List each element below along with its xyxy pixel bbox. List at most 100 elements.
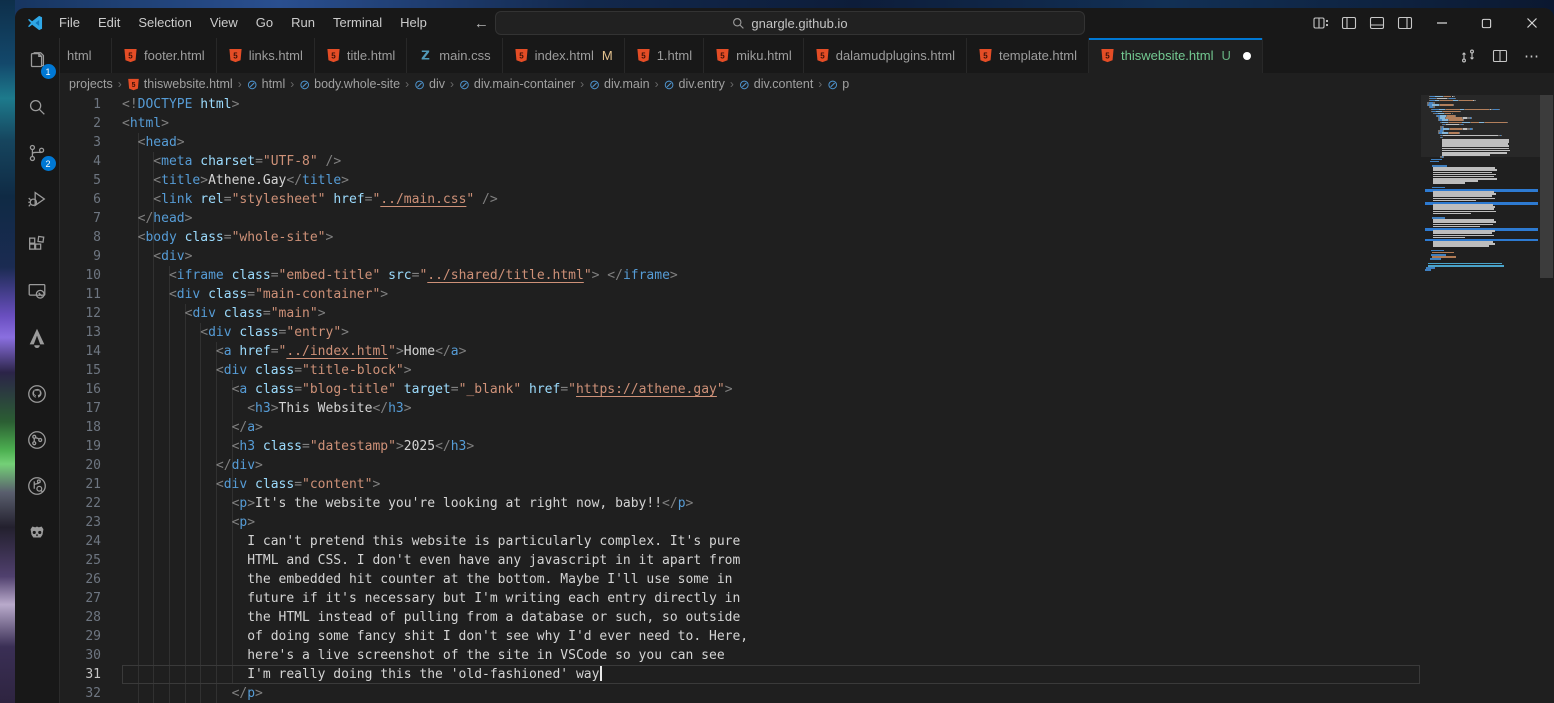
code-editor[interactable]: 1234567891011121314151617181920212223242… bbox=[60, 95, 1554, 703]
tab-miku.html[interactable]: 5miku.html bbox=[704, 38, 804, 73]
code-line[interactable]: <link rel="stylesheet" href="../main.css… bbox=[122, 190, 1425, 209]
breadcrumb-item-div.entry[interactable]: ⊘div.entry bbox=[664, 77, 725, 91]
close-window-button[interactable] bbox=[1509, 8, 1554, 38]
minimap[interactable] bbox=[1425, 95, 1538, 703]
tab-template.html[interactable]: 5template.html bbox=[967, 38, 1089, 73]
search-icon bbox=[732, 17, 745, 30]
breadcrumb-item-thiswebsite.html[interactable]: 5thiswebsite.html bbox=[127, 77, 233, 91]
activity-run-and-debug-icon[interactable] bbox=[15, 176, 60, 222]
code-line[interactable]: HTML and CSS. I don't even have any java… bbox=[122, 551, 1425, 570]
menu-view[interactable]: View bbox=[201, 8, 247, 38]
code-line[interactable]: <div> bbox=[122, 247, 1425, 266]
html5-file-icon: 5 bbox=[715, 48, 730, 63]
customize-layout-icon[interactable] bbox=[1307, 8, 1335, 38]
breadcrumb-item-p[interactable]: ⊘p bbox=[827, 77, 849, 91]
code-line[interactable]: <html> bbox=[122, 114, 1425, 133]
line-number: 25 bbox=[60, 551, 122, 570]
activity-github-icon[interactable] bbox=[15, 371, 60, 417]
code-line[interactable]: <p>It's the website you're looking at ri… bbox=[122, 494, 1425, 513]
activity-extensions-icon[interactable] bbox=[15, 222, 60, 268]
open-changes-icon[interactable] bbox=[1454, 41, 1482, 71]
line-number: 30 bbox=[60, 646, 122, 665]
tab-bar: html5footer.html5links.html5title.html𝗭m… bbox=[60, 38, 1554, 73]
menu-edit[interactable]: Edit bbox=[89, 8, 129, 38]
code-line[interactable]: <div class="entry"> bbox=[122, 323, 1425, 342]
tab-1.html[interactable]: 51.html bbox=[625, 38, 704, 73]
activity-source-control-icon[interactable]: 2 bbox=[15, 130, 60, 176]
activity-search-icon[interactable] bbox=[15, 84, 60, 130]
code-line[interactable]: <title>Athene.Gay</title> bbox=[122, 171, 1425, 190]
activity-a-logo-extension-icon[interactable] bbox=[15, 314, 60, 360]
code-line[interactable]: </div> bbox=[122, 456, 1425, 475]
split-editor-icon[interactable] bbox=[1486, 41, 1514, 71]
code-line[interactable]: <div class="content"> bbox=[122, 475, 1425, 494]
code-line[interactable]: the embedded hit counter at the bottom. … bbox=[122, 570, 1425, 589]
menu-go[interactable]: Go bbox=[247, 8, 282, 38]
code-line[interactable]: <iframe class="embed-title" src="../shar… bbox=[122, 266, 1425, 285]
code-line[interactable]: <div class="main-container"> bbox=[122, 285, 1425, 304]
toggle-primary-sidebar-icon[interactable] bbox=[1335, 8, 1363, 38]
menu-file[interactable]: File bbox=[50, 8, 89, 38]
breadcrumb-item-div.content[interactable]: ⊘div.content bbox=[739, 77, 813, 91]
symbol-icon: ⊘ bbox=[827, 78, 838, 91]
menu-help[interactable]: Help bbox=[391, 8, 436, 38]
breadcrumb-item-html[interactable]: ⊘html bbox=[247, 77, 286, 91]
command-center-search[interactable]: gnargle.github.io bbox=[495, 11, 1085, 35]
menu-selection[interactable]: Selection bbox=[129, 8, 200, 38]
toggle-panel-icon[interactable] bbox=[1363, 8, 1391, 38]
tab-html[interactable]: html bbox=[60, 38, 112, 73]
code-line[interactable]: <!DOCTYPE html> bbox=[122, 95, 1425, 114]
more-actions-icon[interactable]: ⋯ bbox=[1518, 41, 1546, 71]
code-line[interactable]: </head> bbox=[122, 209, 1425, 228]
code-line[interactable]: <a href="../index.html">Home</a> bbox=[122, 342, 1425, 361]
code-line[interactable]: future if it's necessary but I'm writing… bbox=[122, 589, 1425, 608]
code-line[interactable]: of doing some fancy shit I don't see why… bbox=[122, 627, 1425, 646]
tab-dalamudplugins.html[interactable]: 5dalamudplugins.html bbox=[804, 38, 967, 73]
code-line[interactable]: I can't pretend this website is particul… bbox=[122, 532, 1425, 551]
toggle-secondary-sidebar-icon[interactable] bbox=[1391, 8, 1419, 38]
code-line[interactable]: </a> bbox=[122, 418, 1425, 437]
code-line[interactable]: <meta charset="UTF-8" /> bbox=[122, 152, 1425, 171]
breadcrumb-item-div.main[interactable]: ⊘div.main bbox=[589, 77, 650, 91]
menu-terminal[interactable]: Terminal bbox=[324, 8, 391, 38]
tab-label: links.html bbox=[249, 48, 303, 63]
activity-branch-inspect-icon[interactable] bbox=[15, 463, 60, 509]
vertical-scrollbar[interactable] bbox=[1540, 95, 1553, 703]
code-line[interactable]: <head> bbox=[122, 133, 1425, 152]
tab-index.html[interactable]: 5index.htmlM bbox=[503, 38, 625, 73]
activity-explorer-icon[interactable]: 1 bbox=[15, 38, 60, 84]
code-line[interactable]: <a class="blog-title" target="_blank" hr… bbox=[122, 380, 1425, 399]
code-line[interactable]: <h3>This Website</h3> bbox=[122, 399, 1425, 418]
breadcrumb-separator: › bbox=[118, 77, 122, 91]
tab-footer.html[interactable]: 5footer.html bbox=[112, 38, 217, 73]
text-cursor bbox=[600, 666, 602, 681]
activity-explorer-badge: 1 bbox=[41, 64, 56, 79]
code-line[interactable]: <h3 class="datestamp">2025</h3> bbox=[122, 437, 1425, 456]
code-line[interactable]: <body class="whole-site"> bbox=[122, 228, 1425, 247]
code-line[interactable]: here's a live screenshot of the site in … bbox=[122, 646, 1425, 665]
tab-main.css[interactable]: 𝗭main.css bbox=[407, 38, 502, 73]
code-line[interactable]: <div class="title-block"> bbox=[122, 361, 1425, 380]
minimize-button[interactable] bbox=[1419, 8, 1464, 38]
breadcrumb-item-body.whole-site[interactable]: ⊘body.whole-site bbox=[299, 77, 400, 91]
code-line[interactable]: <p> bbox=[122, 513, 1425, 532]
unsaved-changes-dot[interactable] bbox=[1243, 52, 1251, 60]
scrollbar-slider[interactable] bbox=[1540, 95, 1553, 278]
tab-title.html[interactable]: 5title.html bbox=[315, 38, 407, 73]
code-line[interactable]: <div class="main"> bbox=[122, 304, 1425, 323]
activity-godot-tools-icon[interactable] bbox=[15, 509, 60, 555]
code-line[interactable]: the HTML instead of pulling from a datab… bbox=[122, 608, 1425, 627]
minimap-viewport-slider[interactable] bbox=[1421, 95, 1540, 157]
tab-links.html[interactable]: 5links.html bbox=[217, 38, 315, 73]
breadcrumb-item-div.main-container[interactable]: ⊘div.main-container bbox=[459, 77, 575, 91]
menu-run[interactable]: Run bbox=[282, 8, 324, 38]
tab-thiswebsite.html[interactable]: 5thiswebsite.htmlU bbox=[1089, 38, 1263, 73]
breadcrumb-item-div[interactable]: ⊘div bbox=[414, 77, 445, 91]
code-line[interactable]: </p> bbox=[122, 684, 1425, 703]
maximize-button[interactable] bbox=[1464, 8, 1509, 38]
activity-commit-graph-icon[interactable] bbox=[15, 417, 60, 463]
code-line[interactable]: I'm really doing this the 'old-fashioned… bbox=[122, 665, 1425, 684]
activity-remote-explorer-icon[interactable] bbox=[15, 268, 60, 314]
nav-back-button[interactable]: ← bbox=[474, 15, 489, 32]
breadcrumb-item-projects[interactable]: projects bbox=[69, 77, 113, 91]
